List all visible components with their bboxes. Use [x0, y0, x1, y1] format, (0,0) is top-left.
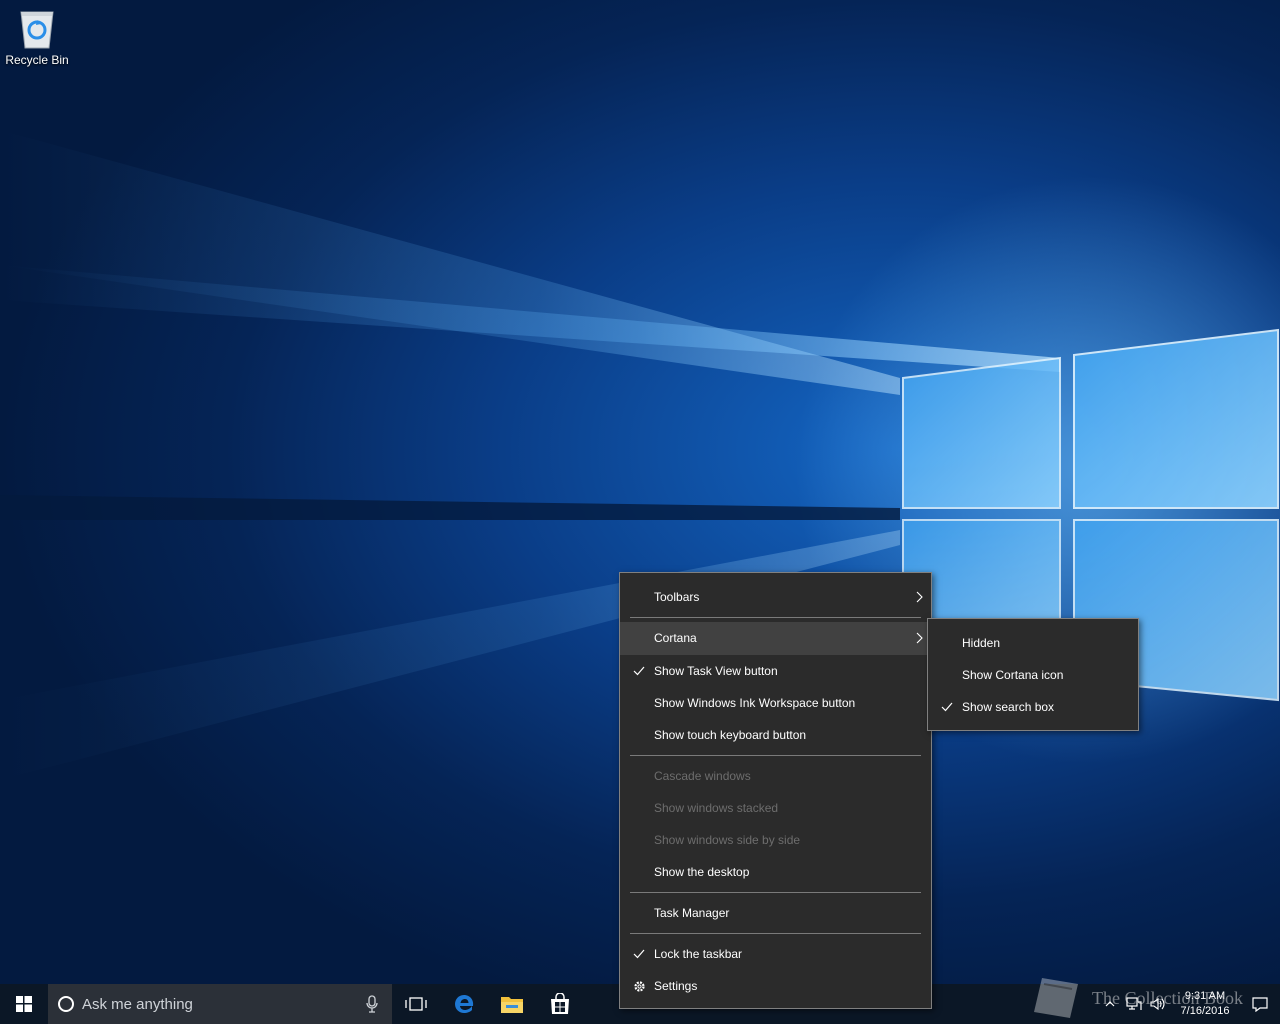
network-button[interactable]: [1122, 984, 1146, 1024]
cortana-submenu: Hidden Show Cortana icon Show search box: [927, 618, 1139, 731]
submenu-item-show-search-box[interactable]: Show search box: [928, 691, 1138, 723]
menu-item-label: Show the desktop: [654, 865, 750, 879]
microphone-icon[interactable]: [366, 995, 378, 1013]
gear-icon: [631, 970, 647, 1002]
menu-item-label: Cascade windows: [654, 769, 751, 783]
volume-button[interactable]: [1146, 984, 1170, 1024]
menu-separator: [630, 617, 921, 618]
menu-item-label: Show Task View button: [654, 664, 778, 678]
menu-item-label: Show search box: [962, 700, 1055, 714]
menu-item-lock-the-taskbar[interactable]: Lock the taskbar: [620, 938, 931, 970]
menu-item-show-windows-side-by-side: Show windows side by side: [620, 824, 931, 856]
edge-icon: [455, 995, 474, 1013]
menu-separator: [630, 892, 921, 893]
cortana-search-box[interactable]: Ask me anything: [48, 984, 392, 1024]
chevron-up-icon: [1105, 1001, 1115, 1007]
windows-logo-icon: [16, 996, 32, 1012]
menu-item-label: Hidden: [962, 636, 1001, 650]
store-button[interactable]: [536, 984, 584, 1024]
chevron-right-icon: [916, 622, 923, 654]
show-hidden-icons-button[interactable]: [1098, 984, 1122, 1024]
menu-item-label: Lock the taskbar: [654, 947, 743, 961]
network-icon: [1126, 997, 1142, 1010]
checkmark-icon: [631, 655, 647, 687]
submenu-item-hidden[interactable]: Hidden: [928, 627, 1138, 659]
menu-item-show-task-view-button[interactable]: Show Task View button: [620, 655, 931, 687]
desktop-icon-label: Recycle Bin: [5, 53, 69, 67]
menu-item-cascade-windows: Cascade windows: [620, 760, 931, 792]
menu-item-label: Show touch keyboard button: [654, 728, 807, 742]
taskbar-context-menu: Toolbars Cortana Show Task View button S…: [619, 572, 932, 1009]
menu-item-label: Toolbars: [654, 590, 700, 604]
menu-item-label: Show windows side by side: [654, 833, 801, 847]
chevron-right-icon: [916, 581, 923, 613]
search-placeholder: Ask me anything: [82, 995, 193, 1013]
menu-item-show-windows-stacked: Show windows stacked: [620, 792, 931, 824]
task-view-button[interactable]: [392, 984, 440, 1024]
menu-item-settings[interactable]: Settings: [620, 970, 931, 1002]
menu-separator: [630, 933, 921, 934]
notification-icon: [1252, 996, 1268, 1012]
desktop-icon-recycle-bin[interactable]: Recycle Bin: [2, 6, 72, 67]
menu-item-label: Settings: [654, 979, 698, 993]
clock-date: 7/16/2016: [1180, 1005, 1230, 1017]
system-tray: 9:31 AM 7/16/2016: [1098, 984, 1280, 1024]
menu-separator: [630, 755, 921, 756]
edge-button[interactable]: [440, 984, 488, 1024]
store-icon: [551, 993, 569, 1014]
menu-item-cortana[interactable]: Cortana: [620, 622, 931, 655]
start-button[interactable]: [0, 984, 48, 1024]
action-center-button[interactable]: [1240, 984, 1280, 1024]
menu-item-task-manager[interactable]: Task Manager: [620, 897, 931, 929]
menu-item-show-windows-ink-workspace-button[interactable]: Show Windows Ink Workspace button: [620, 687, 931, 719]
menu-item-label: Show Cortana icon: [962, 668, 1064, 682]
menu-item-label: Show Windows Ink Workspace button: [654, 696, 856, 710]
volume-icon: [1150, 997, 1165, 1011]
task-view-icon: [405, 997, 427, 1011]
recycle-bin-icon: [20, 11, 54, 49]
menu-item-show-the-desktop[interactable]: Show the desktop: [620, 856, 931, 888]
menu-item-show-touch-keyboard-button[interactable]: Show touch keyboard button: [620, 719, 931, 751]
taskbar-clock[interactable]: 9:31 AM 7/16/2016: [1170, 989, 1240, 1019]
clock-time: 9:31 AM: [1184, 990, 1226, 1002]
checkmark-icon: [939, 691, 955, 723]
menu-item-toolbars[interactable]: Toolbars: [620, 581, 931, 613]
menu-item-label: Show windows stacked: [654, 801, 779, 815]
cortana-icon: [58, 996, 74, 1012]
file-explorer-button[interactable]: [488, 984, 536, 1024]
checkmark-icon: [631, 938, 647, 970]
file-explorer-icon: [501, 997, 523, 1013]
submenu-item-show-cortana-icon[interactable]: Show Cortana icon: [928, 659, 1138, 691]
menu-item-label: Task Manager: [654, 906, 730, 920]
menu-item-label: Cortana: [654, 631, 697, 645]
